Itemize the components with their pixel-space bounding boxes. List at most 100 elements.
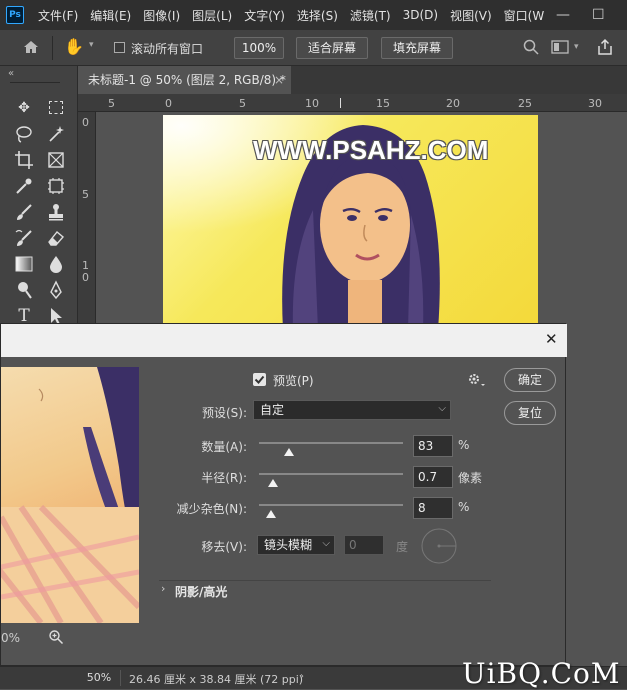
eraser-tool-icon[interactable] [45, 227, 67, 249]
menu-bar: Ps 文件(F) 编辑(E) 图像(I) 图层(L) 文字(Y) 选择(S) 滤… [0, 0, 627, 30]
ruler-tick-label: 20 [446, 97, 460, 110]
preview-image [1, 367, 139, 623]
options-bar: ✋ ▾ 滚动所有窗口 100% 适合屏幕 填充屏幕 ▾ [0, 30, 627, 66]
gear-icon[interactable] [467, 372, 487, 388]
reset-button[interactable]: 复位 [504, 401, 556, 425]
preview-checkbox[interactable] [253, 373, 266, 386]
ruler-tick-label: 0 [82, 116, 89, 129]
main-menu: 文件(F) 编辑(E) 图像(I) 图层(L) 文字(Y) 选择(S) 滤镜(T… [38, 0, 556, 30]
chevron-down-icon[interactable]: ▾ [89, 40, 94, 50]
scroll-all-label: 滚动所有窗口 [131, 42, 204, 56]
canvas-watermark-text: WWW.PSAHZ.COM [253, 135, 489, 165]
photoshop-logo: Ps [6, 6, 24, 24]
divider [52, 36, 53, 60]
status-document-size: 26.46 厘米 x 38.84 厘米 (72 ppi) [129, 673, 304, 686]
reduce-noise-input[interactable]: 8 [413, 497, 453, 519]
menu-3d[interactable]: 3D(D) [403, 8, 438, 22]
chevron-down-icon[interactable]: ▾ [574, 42, 579, 52]
zoom-in-icon[interactable] [48, 629, 64, 645]
marquee-tool-icon[interactable] [45, 97, 67, 119]
remove-label: 移去(V): [201, 540, 247, 554]
dialog-title-bar: ✕ [1, 324, 567, 357]
collapse-panel-icon[interactable]: « [8, 68, 14, 79]
stamp-tool-icon[interactable] [45, 201, 67, 223]
chevron-down-icon: ⌵ [322, 538, 330, 549]
menu-file[interactable]: 文件(F) [38, 7, 78, 24]
status-zoom[interactable]: 50% [78, 670, 121, 686]
angle-input[interactable]: 0 [344, 535, 384, 555]
radius-input[interactable]: 0.7 [413, 466, 453, 488]
horizontal-ruler: 5 0 5 10 15 20 25 30 [78, 94, 627, 112]
radius-slider-track[interactable] [259, 473, 403, 475]
lasso-tool-icon[interactable] [13, 123, 35, 145]
eyedropper-tool-icon[interactable] [13, 175, 35, 197]
divider [159, 580, 491, 581]
remove-dropdown[interactable]: 镜头模糊 ⌵ [257, 535, 335, 555]
scroll-all-checkbox[interactable] [114, 42, 125, 53]
move-tool-icon[interactable]: ✥ [13, 97, 35, 119]
maximize-button[interactable]: ☐ [592, 0, 605, 30]
angle-unit: 度 [396, 540, 409, 554]
menu-edit[interactable]: 编辑(E) [90, 7, 131, 24]
preview-zoom-level: 0% [1, 631, 21, 645]
remove-value: 镜头模糊 [264, 538, 313, 552]
minimize-button[interactable]: — [556, 0, 570, 30]
divider [10, 82, 60, 83]
menu-filter[interactable]: 滤镜(T) [350, 7, 391, 24]
menu-layer[interactable]: 图层(L) [192, 7, 232, 24]
menu-view[interactable]: 视图(V) [450, 7, 492, 24]
frame-tool-icon[interactable] [45, 149, 67, 171]
blur-tool-icon[interactable] [45, 253, 67, 275]
search-icon[interactable] [522, 38, 540, 56]
preset-value: 自定 [260, 403, 285, 417]
fit-screen-button[interactable]: 适合屏幕 [296, 37, 368, 59]
ruler-tick-label: 15 [376, 97, 390, 110]
preset-dropdown[interactable]: 自定 ⌵ [253, 400, 451, 420]
ok-button[interactable]: 确定 [504, 368, 556, 392]
share-icon[interactable] [596, 38, 614, 56]
gradient-tool-icon[interactable] [13, 253, 35, 275]
menu-image[interactable]: 图像(I) [143, 7, 180, 24]
chevron-down-icon: ⌵ [438, 403, 446, 414]
preset-label: 预设(S): [201, 406, 247, 420]
amount-slider-track[interactable] [259, 442, 403, 444]
ruler-tick-label: 5 [82, 188, 89, 201]
amount-slider-thumb[interactable] [284, 448, 295, 456]
brush-tool-icon[interactable] [13, 201, 35, 223]
document-tab[interactable]: 未标题-1 @ 50% (图层 2, RGB/8) * × [78, 66, 291, 94]
ruler-tick-label: 5 [108, 97, 115, 110]
dialog-close-button[interactable]: ✕ [545, 330, 558, 348]
pen-tool-icon[interactable] [45, 279, 67, 301]
magic-wand-icon[interactable] [45, 123, 67, 145]
chevron-right-icon[interactable]: › [300, 671, 304, 682]
workspace-icon[interactable] [551, 39, 569, 55]
reduce-noise-slider-thumb[interactable] [265, 510, 276, 518]
hand-tool-icon[interactable]: ✋ [64, 37, 84, 57]
menu-type[interactable]: 文字(Y) [244, 7, 285, 24]
preview-label: 预览(P) [273, 374, 314, 388]
crop-tool-icon[interactable] [13, 149, 35, 171]
angle-dial[interactable] [420, 527, 458, 565]
zoom-percent-button[interactable]: 100% [234, 37, 284, 59]
reduce-noise-slider-track[interactable] [259, 504, 403, 506]
document-canvas[interactable]: WWW.PSAHZ.COM [163, 115, 538, 330]
ruler-tick-label: 0 [82, 271, 89, 284]
menu-window[interactable]: 窗口(W [504, 7, 545, 24]
history-brush-icon[interactable] [13, 227, 35, 249]
fill-screen-button[interactable]: 填充屏幕 [381, 37, 453, 59]
shadow-highlight-section[interactable]: 阴影/高光 [175, 583, 227, 600]
frame-select-icon[interactable] [45, 175, 67, 197]
ruler-tick-label: 0 [165, 97, 172, 110]
dodge-tool-icon[interactable] [13, 279, 35, 301]
amount-input[interactable]: 83 [413, 435, 453, 457]
ruler-tick-label: 30 [588, 97, 602, 110]
close-icon[interactable]: × [274, 66, 284, 94]
reduce-noise-unit: % [458, 500, 470, 514]
ruler-cursor-marker [340, 98, 341, 108]
filter-preview-pane[interactable] [1, 367, 139, 623]
menu-select[interactable]: 选择(S) [297, 7, 338, 24]
site-watermark: UiBQ.CoM [462, 657, 621, 690]
chevron-right-icon[interactable]: › [161, 582, 165, 595]
radius-slider-thumb[interactable] [268, 479, 279, 487]
home-icon[interactable] [22, 38, 40, 56]
